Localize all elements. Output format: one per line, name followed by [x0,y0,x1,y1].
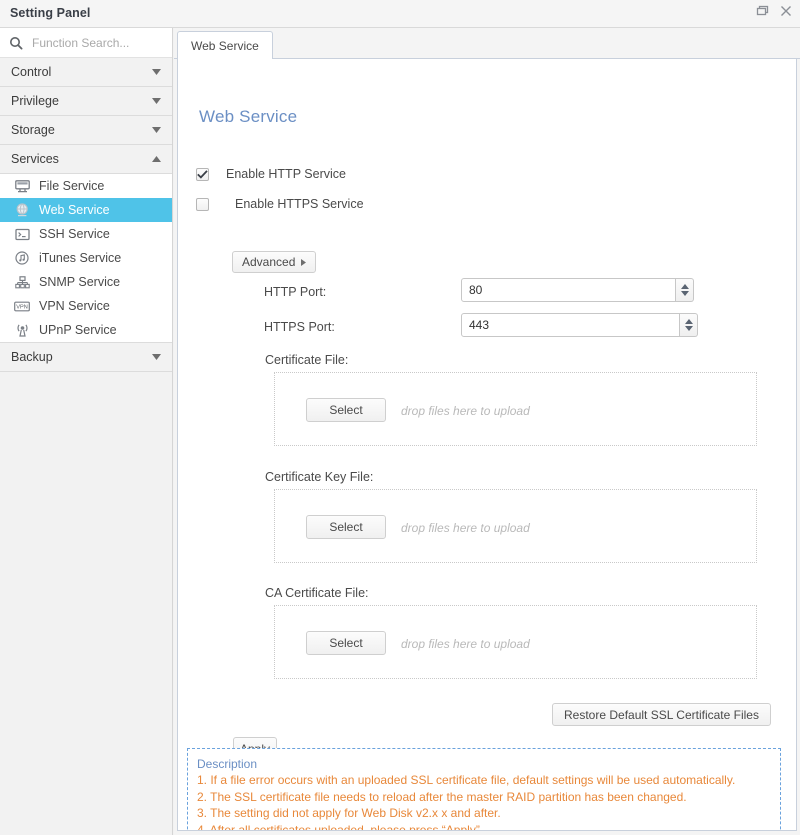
sidebar-group-label: Storage [11,123,55,137]
https-port-spinner [461,313,698,337]
setting-panel-window: Setting Panel Function Search... Control… [0,0,800,835]
monitor-icon [13,178,31,194]
search-icon [9,36,23,50]
stepper-up-icon[interactable] [680,284,689,289]
network-icon [13,274,31,290]
sidebar-item-label: File Service [39,179,105,193]
certificate-file-label: Certificate File: [265,353,349,367]
certificate-key-file-select-button[interactable]: Select [306,515,386,539]
sidebar: Control Privilege Storage Services [0,28,173,835]
ca-certificate-file-select-button[interactable]: Select [306,631,386,655]
stepper-down-icon[interactable] [680,291,689,296]
sidebar-item-label: SNMP Service [39,275,121,289]
sidebar-item-label: UPnP Service [39,323,117,337]
enable-http-service-checkbox[interactable] [196,167,209,181]
window-title: Setting Panel [10,6,91,20]
http-port-label: HTTP Port: [264,285,327,299]
enable-http-service-label: Enable HTTP Service [226,167,346,181]
certificate-file-drop-hint: drop files here to upload [401,404,530,418]
sidebar-group-privilege[interactable]: Privilege [0,87,172,116]
tab-web-service[interactable]: Web Service [177,31,273,60]
description-line: 3. The setting did not apply for Web Dis… [197,806,501,820]
sidebar-group-control[interactable]: Control [0,58,172,87]
certificate-file-dropzone[interactable]: Select drop files here to upload [274,372,757,446]
restore-window-icon[interactable] [756,5,769,17]
certificate-key-file-drop-hint: drop files here to upload [401,521,530,535]
check-icon [197,169,208,179]
enable-http-service-row[interactable]: Enable HTTP Service [196,167,346,181]
sidebar-group-label: Backup [11,350,53,364]
search-input[interactable] [30,34,150,51]
sidebar-item-snmp-service[interactable]: SNMP Service [0,270,172,294]
description-line: 2. The SSL certificate file needs to rel… [197,789,687,804]
sidebar-group-label: Control [11,65,52,79]
sidebar-group-services[interactable]: Services [0,145,172,174]
http-port-spinner [461,278,694,302]
terminal-icon [13,226,31,242]
certificate-key-file-label: Certificate Key File: [265,470,374,484]
stepper-down-icon[interactable] [684,326,693,331]
ca-certificate-file-label: CA Certificate File: [265,586,369,600]
stepper-up-icon[interactable] [684,319,693,324]
chevron-down-icon [152,354,161,360]
sidebar-item-label: SSH Service [39,227,110,241]
description-title: Description [197,757,258,771]
sidebar-item-file-service[interactable]: File Service [0,174,172,198]
certificate-key-file-dropzone[interactable]: Select drop files here to upload [274,489,757,563]
sidebar-item-label: Web Service [39,203,110,217]
sidebar-item-vpn-service[interactable]: VPN VPN Service [0,294,172,318]
web-service-panel: Web Service Enable HTTP Service Enable H… [177,59,797,831]
sidebar-item-itunes-service[interactable]: iTunes Service [0,246,172,270]
http-port-stepper[interactable] [676,278,694,302]
description-line: 4. After all certificates uploaded, plea… [197,822,484,831]
sidebar-group-storage[interactable]: Storage [0,116,172,145]
chevron-down-icon [152,127,161,133]
tabstrip: Web Service [174,28,800,60]
sidebar-item-label: iTunes Service [39,251,122,265]
sidebar-services-list: File Service Web Service SSH Service iTu… [0,174,172,343]
svg-text:VPN: VPN [16,304,28,310]
enable-https-service-label: Enable HTTPS Service [235,197,364,211]
ca-certificate-file-dropzone[interactable]: Select drop files here to upload [274,605,757,679]
description-box: Description 1. If a file error occurs wi… [187,748,781,831]
sidebar-item-web-service[interactable]: Web Service [0,198,172,222]
ca-certificate-file-drop-hint: drop files here to upload [401,637,530,651]
https-port-input[interactable] [461,313,680,337]
window-titlebar: Setting Panel [0,0,800,28]
sidebar-group-label: Privilege [11,94,59,108]
content-area: Web Service Web Service Enable HTTP Serv… [174,28,800,835]
advanced-button[interactable]: Advanced [232,251,317,273]
description-line: 1. If a file error occurs with an upload… [197,773,736,787]
sidebar-item-ssh-service[interactable]: SSH Service [0,222,172,246]
sidebar-group-backup[interactable]: Backup [0,343,172,372]
triangle-right-icon [301,258,307,266]
sidebar-item-upnp-service[interactable]: UPnP Service [0,318,172,342]
chevron-down-icon [152,69,161,75]
https-port-stepper[interactable] [680,313,698,337]
close-icon[interactable] [780,5,792,17]
function-search-row[interactable] [0,28,172,58]
window-controls [756,5,792,17]
chevron-down-icon [152,98,161,104]
broadcast-icon [13,322,31,338]
page-title: Web Service [199,107,298,126]
vpn-badge-icon: VPN [13,298,31,314]
http-port-input[interactable] [461,278,676,302]
globe-icon [13,202,31,218]
music-note-icon [13,250,31,266]
sidebar-group-label: Services [11,152,59,166]
certificate-file-select-button[interactable]: Select [306,398,386,422]
enable-https-service-row[interactable]: Enable HTTPS Service [196,197,364,211]
sidebar-item-label: VPN Service [39,299,110,313]
enable-https-service-checkbox[interactable] [196,197,209,211]
restore-default-ssl-button[interactable]: Restore Default SSL Certificate Files [552,703,771,726]
chevron-up-icon [152,156,161,162]
advanced-button-label: Advanced [242,255,296,269]
https-port-label: HTTPS Port: [264,320,335,334]
